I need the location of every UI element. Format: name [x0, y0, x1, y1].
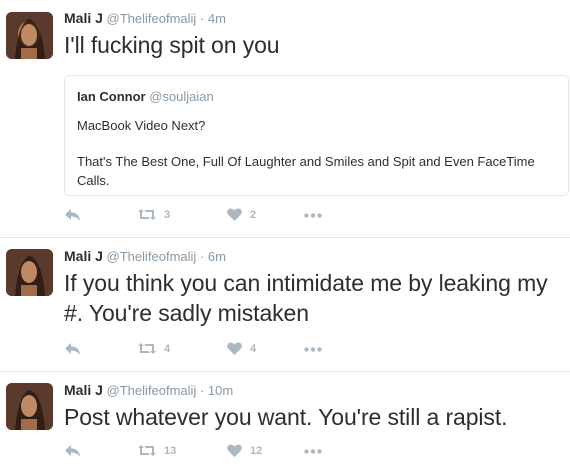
reply-icon	[65, 209, 80, 221]
retweet-icon	[138, 445, 156, 456]
reply-button[interactable]	[64, 342, 81, 356]
author-handle[interactable]: @Thelifeofmalij	[107, 11, 197, 26]
retweet-button[interactable]: 13	[138, 444, 176, 457]
tweet-3: Mali J @Thelifeofmalij · 10m Post whatev…	[0, 372, 570, 469]
more-icon	[304, 347, 322, 352]
quoted-tweet[interactable]: Ian Connor @souljaian MacBook Video Next…	[64, 75, 569, 196]
like-count: 2	[250, 208, 257, 221]
more-button[interactable]	[304, 449, 322, 454]
tweet-actions: 13 12	[64, 444, 364, 464]
heart-icon	[227, 444, 242, 457]
tweet-actions: 4 4	[64, 342, 364, 362]
author-name[interactable]: Mali J	[64, 382, 103, 398]
separator: ·	[199, 383, 205, 398]
retweet-button[interactable]: 3	[138, 208, 170, 221]
tweet-2: Mali J @Thelifeofmalij · 6m If you think…	[0, 238, 570, 371]
avatar[interactable]	[6, 383, 53, 430]
retweet-count: 13	[164, 444, 177, 457]
like-button[interactable]: 2	[227, 208, 256, 221]
like-button[interactable]: 4	[227, 342, 256, 355]
more-button[interactable]	[304, 347, 322, 352]
retweet-count: 4	[164, 342, 171, 355]
reply-button[interactable]	[64, 444, 81, 458]
heart-icon	[227, 208, 242, 221]
like-button[interactable]: 12	[227, 444, 262, 457]
tweet-text: Post whatever you want. You're still a r…	[64, 404, 508, 430]
quoted-tweet-header: Ian Connor @souljaian	[77, 89, 214, 104]
tweet-header: Mali J @Thelifeofmalij · 6m	[64, 248, 226, 264]
reply-icon	[65, 445, 80, 457]
more-icon	[304, 213, 322, 218]
avatar[interactable]	[6, 12, 53, 59]
avatar[interactable]	[6, 249, 53, 296]
author-name[interactable]: Mali J	[64, 10, 103, 26]
timestamp[interactable]: 10m	[208, 383, 233, 398]
more-icon	[304, 449, 322, 454]
tweet-text: I'll fucking spit on you	[64, 32, 280, 58]
separator: ·	[199, 11, 205, 26]
reply-button[interactable]	[64, 208, 81, 222]
retweet-icon	[138, 343, 156, 354]
quoted-tweet-line-1: MacBook Video Next?	[77, 118, 206, 133]
retweet-button[interactable]: 4	[138, 342, 170, 355]
author-handle[interactable]: @Thelifeofmalij	[107, 383, 197, 398]
author-handle[interactable]: @Thelifeofmalij	[107, 249, 197, 264]
like-count: 4	[250, 342, 257, 355]
retweet-count: 3	[164, 208, 171, 221]
like-count: 12	[250, 444, 263, 457]
quoted-tweet-line-2: That's The Best One, Full Of Laughter an…	[77, 154, 535, 188]
timestamp[interactable]: 4m	[208, 11, 226, 26]
more-button[interactable]	[304, 213, 322, 218]
tweet-text: If you think you can intimidate me by le…	[64, 270, 548, 326]
retweet-icon	[138, 209, 156, 220]
quoted-author-name: Ian Connor	[77, 89, 146, 104]
timestamp[interactable]: 6m	[208, 249, 226, 264]
reply-icon	[65, 343, 80, 355]
heart-icon	[227, 342, 242, 355]
quoted-author-handle: @souljaian	[149, 89, 214, 104]
separator: ·	[199, 249, 205, 264]
tweet-actions: 3 2	[64, 208, 364, 228]
tweet-1: Mali J @Thelifeofmalij · 4m I'll fucking…	[0, 0, 570, 237]
tweet-header: Mali J @Thelifeofmalij · 10m	[64, 382, 233, 398]
tweet-header: Mali J @Thelifeofmalij · 4m	[64, 10, 226, 26]
author-name[interactable]: Mali J	[64, 248, 103, 264]
